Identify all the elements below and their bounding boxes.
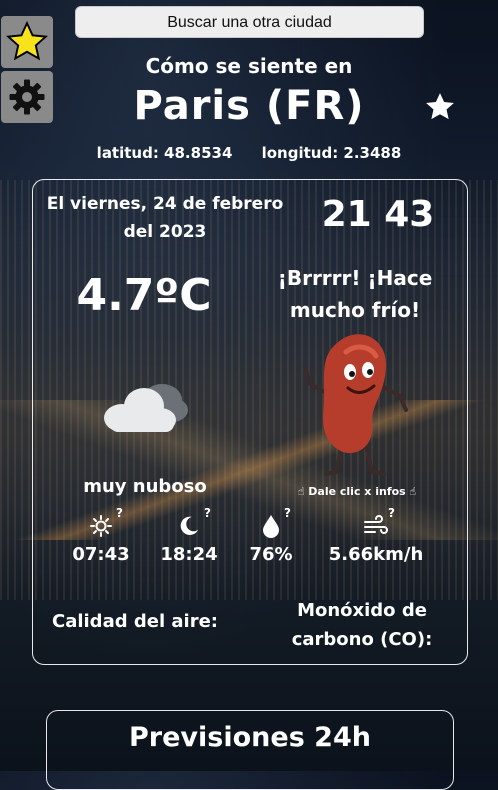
humidity-value: 76%: [249, 544, 293, 565]
info-question-mark[interactable]: ?: [204, 506, 211, 520]
info-question-mark[interactable]: ?: [116, 506, 123, 520]
cloud-icon: [104, 384, 188, 432]
sun-icon: [90, 515, 112, 537]
carbon-monoxide-label: Monóxido de carbono (CO):: [291, 600, 433, 650]
coordinates: latitud: 48.8534 longitud: 2.3488: [0, 144, 498, 162]
wind-icon: [364, 515, 388, 534]
current-date: El viernes, 24 de febrero del 2023: [46, 194, 284, 242]
forecast-title: Previsiones 24h: [129, 722, 371, 753]
info-hint[interactable]: ☝ Dale clic x infos ☝: [282, 485, 432, 498]
longitude: longitud: 2.3488: [261, 144, 402, 162]
air-quality-label: Calidad del aire:: [51, 611, 218, 632]
feeling-message: ¡Brrrrr! ¡Hace mucho frío!: [277, 266, 433, 322]
add-favorite-star-icon[interactable]: [422, 90, 458, 124]
drop-icon: [263, 515, 279, 538]
sunrise-time: 07:43: [72, 544, 130, 565]
info-question-mark[interactable]: ?: [388, 506, 395, 520]
bean-mascot-icon[interactable]: [296, 326, 418, 478]
moon-icon: [180, 516, 199, 535]
sunset-time: 18:24: [160, 544, 218, 565]
wind-speed: 5.66km/h: [328, 544, 424, 565]
info-question-mark[interactable]: ?: [284, 506, 291, 520]
search-city-button[interactable]: Buscar una otra ciudad: [75, 6, 424, 38]
sunset-stat[interactable]: ? 18:24: [144, 506, 234, 565]
intro-text: Cómo se siente en: [145, 54, 353, 78]
latitude: latitud: 48.8534: [96, 144, 233, 162]
weather-description: muy nuboso: [83, 476, 207, 497]
wind-stat[interactable]: ? 5.66km/h: [326, 506, 426, 565]
current-time: 21 43: [321, 194, 435, 235]
temperature: 4.7ºC: [76, 270, 212, 321]
sunrise-stat[interactable]: ? 07:43: [56, 506, 146, 565]
humidity-stat[interactable]: ? 76%: [226, 506, 316, 565]
